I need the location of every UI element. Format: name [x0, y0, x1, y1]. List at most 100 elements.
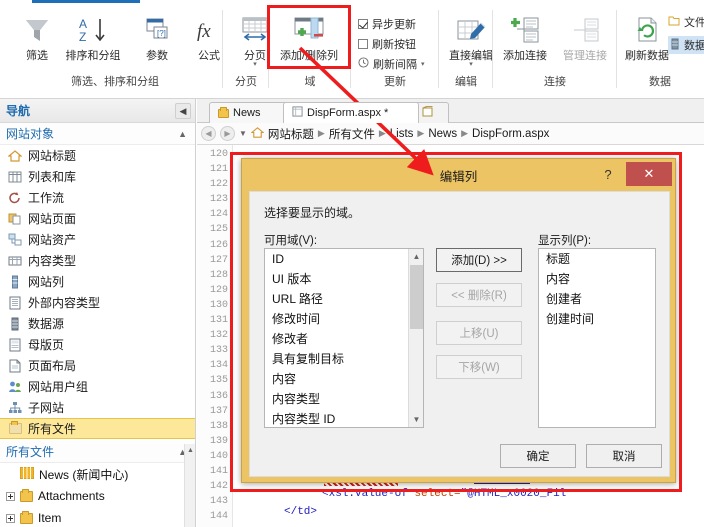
line-number: 127 [209, 254, 228, 266]
chevron-down-icon[interactable]: ▾ [421, 60, 425, 68]
ribbon-check-refresh-interval[interactable]: 刷新间隔 ▾ [358, 56, 425, 72]
ribbon-button-inline-edit[interactable]: 直接编辑 ▾ [444, 10, 498, 68]
scroll-up-arrow-icon[interactable]: ▲ [409, 249, 423, 264]
breadcrumb-item-all-files[interactable]: 所有文件 [329, 126, 375, 142]
list-item[interactable]: 具有复制目标 [265, 349, 423, 369]
move-up-button[interactable]: 上移(U) [436, 321, 522, 345]
scrollbar-thumb[interactable] [410, 265, 423, 329]
page-layout-icon [8, 359, 22, 373]
nav-section-title: 所有文件 [6, 445, 55, 459]
list-item[interactable]: 标题 [539, 249, 655, 269]
sidebar-item-site-assets[interactable]: 网站资产 [0, 229, 195, 250]
help-icon[interactable]: ? [599, 165, 617, 183]
nav-section-header-all-files[interactable]: 所有文件 ▲ [0, 441, 195, 463]
tree-expander-icon[interactable] [6, 513, 15, 523]
breadcrumb-item-news[interactable]: News [428, 128, 457, 140]
ribbon-item-file[interactable]: 文件 [668, 14, 704, 30]
add-button[interactable]: 添加(D) >> [436, 248, 522, 272]
list-item[interactable]: ID [265, 249, 423, 269]
sidebar-item-content-types[interactable]: 内容类型 [0, 250, 195, 271]
remove-button[interactable]: << 删除(R) [436, 283, 522, 307]
sidebar-item-external-content-types[interactable]: 外部内容类型 [0, 292, 195, 313]
tree-item-attachments[interactable]: Attachments [0, 485, 195, 507]
tree-item-item[interactable]: Item [0, 507, 195, 527]
sidebar-item-data-sources[interactable]: 数据源 [0, 313, 195, 334]
tree-item-news[interactable]: News (新闻中心) [0, 463, 195, 485]
sidebar-item-site-title[interactable]: 网站标题 [0, 145, 195, 166]
move-down-button[interactable]: 下移(W) [436, 355, 522, 379]
document-tab-dispform[interactable]: DispForm.aspx * [283, 102, 419, 123]
checkbox-checked-icon[interactable] [358, 19, 368, 29]
list-item[interactable]: 修改者 [265, 329, 423, 349]
list-item[interactable]: 修改时间 [265, 309, 423, 329]
sidebar-item-site-groups[interactable]: 网站用户组 [0, 376, 195, 397]
scroll-down-arrow-icon[interactable]: ▼ [409, 412, 423, 427]
breadcrumb-item-site-title[interactable]: 网站标题 [268, 126, 314, 142]
ribbon-check-async-update[interactable]: 异步更新 [358, 16, 416, 32]
breadcrumb-item-lists[interactable]: Lists [390, 128, 414, 140]
list-item[interactable]: 内容类型 [265, 389, 423, 409]
chevron-down-icon[interactable]: ▾ [444, 61, 498, 68]
sidebar-item-workflow[interactable]: 工作流 [0, 187, 195, 208]
nav-forward-icon[interactable]: ▶ [220, 126, 235, 141]
sidebar-item-page-layouts[interactable]: 页面布局 [0, 355, 195, 376]
file-tree-scrollbar[interactable]: ▲ [184, 444, 195, 527]
sidebar-item-site-pages[interactable]: 网站页面 [0, 208, 195, 229]
document-tab-news[interactable]: News [209, 102, 291, 123]
chevron-left-icon[interactable]: ◀ [175, 103, 191, 119]
list-item[interactable]: 创建时间 [539, 309, 655, 329]
ribbon-body: 筛选 A Z 排序和分组 [?] 参数 fx 公式 分页 ▾ 添加/删除列 异步… [0, 4, 704, 88]
line-number: 122 [209, 179, 228, 191]
ribbon-button-manage-connection[interactable]: 管理连接 [556, 10, 614, 62]
navigation-title-bar: 导航 ◀ [0, 99, 195, 123]
list-icon [19, 466, 35, 482]
close-label: ✕ [643, 166, 655, 181]
ribbon-button-refresh-data[interactable]: 刷新数据 [620, 10, 674, 62]
code-token-value: "@HTML_x0020_Fil [460, 488, 567, 500]
nav-back-icon[interactable]: ◀ [201, 126, 216, 141]
tree-item-label: News (新闻中心) [39, 467, 129, 482]
sidebar-item-site-columns[interactable]: 网站列 [0, 271, 195, 292]
home-icon [8, 149, 22, 163]
ribbon-button-filter[interactable]: 筛选 [10, 10, 64, 62]
ribbon-button-add-remove-columns[interactable]: 添加/删除列 [272, 10, 346, 62]
sidebar-item-label: 内容类型 [28, 254, 77, 268]
list-item[interactable]: URL 路径 [265, 289, 423, 309]
ribbon-button-label: 添加/删除列 [279, 50, 339, 62]
sidebar-item-subsites[interactable]: 子网站 [0, 397, 195, 418]
ribbon-button-sort-group[interactable]: A Z 排序和分组 [58, 10, 128, 62]
sidebar-item-lists-libraries[interactable]: 列表和库 [0, 166, 195, 187]
list-item[interactable]: 内容 [539, 269, 655, 289]
cancel-button[interactable]: 取消 [586, 444, 662, 468]
ribbon-group-label: 分页 [235, 76, 257, 88]
chevron-down-icon[interactable]: ▾ [228, 61, 282, 68]
chevron-down-icon[interactable]: ▼ [239, 129, 247, 138]
ok-button[interactable]: 确定 [500, 444, 576, 468]
available-fields-scrollbar[interactable]: ▲ ▼ [408, 249, 423, 427]
nav-section-header-site-objects[interactable]: 网站对象 ▲ [0, 123, 195, 145]
sidebar-item-master-pages[interactable]: 母版页 [0, 334, 195, 355]
ribbon-button-add-connection[interactable]: 添加连接 [496, 10, 554, 62]
list-item[interactable]: 内容 [265, 369, 423, 389]
site-assets-icon [8, 233, 22, 247]
list-item[interactable]: UI 版本 [265, 269, 423, 289]
page-icon [292, 106, 303, 120]
ribbon-button-parameters[interactable]: [?] 参数 [130, 10, 184, 62]
breadcrumb-item-dispform[interactable]: DispForm.aspx [472, 128, 549, 140]
sidebar-item-all-files[interactable]: 所有文件 [0, 418, 195, 439]
list-item[interactable]: 内容类型 ID [265, 409, 423, 427]
close-icon[interactable]: ✕ [626, 162, 672, 186]
displayed-columns-listbox[interactable]: 标题 内容 创建者 创建时间 [538, 248, 656, 428]
scroll-up-arrow-icon[interactable]: ▲ [185, 444, 196, 456]
chevron-up-icon[interactable]: ▲ [178, 123, 187, 145]
line-number: 135 [209, 375, 228, 387]
sidebar-item-label: 母版页 [28, 338, 65, 352]
list-item[interactable]: 创建者 [539, 289, 655, 309]
tree-expander-icon[interactable] [6, 491, 15, 501]
available-fields-listbox[interactable]: IDUI 版本URL 路径修改时间修改者具有复制目标内容内容类型内容类型 ID创… [264, 248, 424, 428]
ribbon-check-refresh-button[interactable]: 刷新按钮 [358, 36, 416, 52]
checkbox-unchecked-icon[interactable] [358, 39, 368, 49]
breadcrumb-separator-icon: ▶ [378, 128, 386, 138]
ribbon-item-data[interactable]: 数据 [668, 36, 704, 54]
svg-text:[?]: [?] [157, 29, 166, 38]
